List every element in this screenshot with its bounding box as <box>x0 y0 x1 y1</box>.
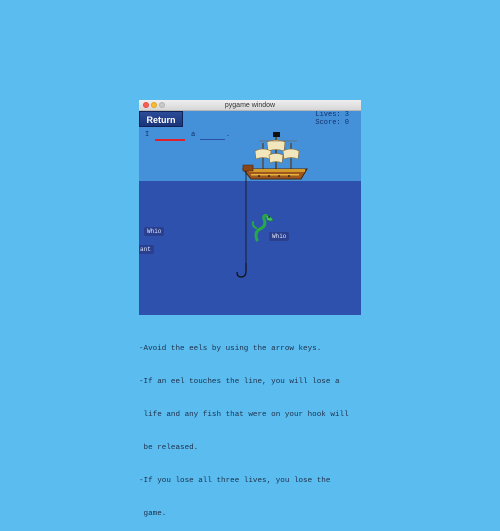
lives-counter: Lives: 3 <box>315 111 349 119</box>
fishing-hook-icon <box>236 263 247 278</box>
phrase-word-middle: a <box>191 131 196 139</box>
fish-partial-left: ant <box>139 245 154 254</box>
instruction-line: be released. <box>139 444 199 452</box>
fish-whio-left: Whio <box>144 227 165 236</box>
instruction-line: -If an eel touches the line, you will lo… <box>139 378 340 386</box>
pirate-flag <box>273 132 280 137</box>
phrase-word-end: . <box>226 131 231 139</box>
stats-panel: Lives: 3 Score: 0 <box>315 111 349 127</box>
instruction-line: life and any fish that were on your hook… <box>139 411 349 419</box>
phrase-word-start: I <box>145 131 150 139</box>
game-window: pygame window Return Lives: 3 Score: 0 I… <box>139 100 361 315</box>
phrase-blank-active <box>155 139 185 141</box>
instruction-line: -If you lose all three lives, you lose t… <box>139 477 331 485</box>
fish-whio-right: Whio <box>269 232 290 241</box>
game-canvas[interactable]: Return Lives: 3 Score: 0 I a . Whio Whio… <box>139 111 361 315</box>
instruction-line: game. <box>139 510 167 518</box>
phrase-blank <box>200 139 225 140</box>
score-counter: Score: 0 <box>315 119 349 127</box>
return-button[interactable]: Return <box>139 111 183 127</box>
window-title: pygame window <box>224 102 276 109</box>
instruction-line: -Avoid the eels by using the arrow keys. <box>139 345 322 353</box>
window-titlebar[interactable]: pygame window <box>139 100 361 111</box>
